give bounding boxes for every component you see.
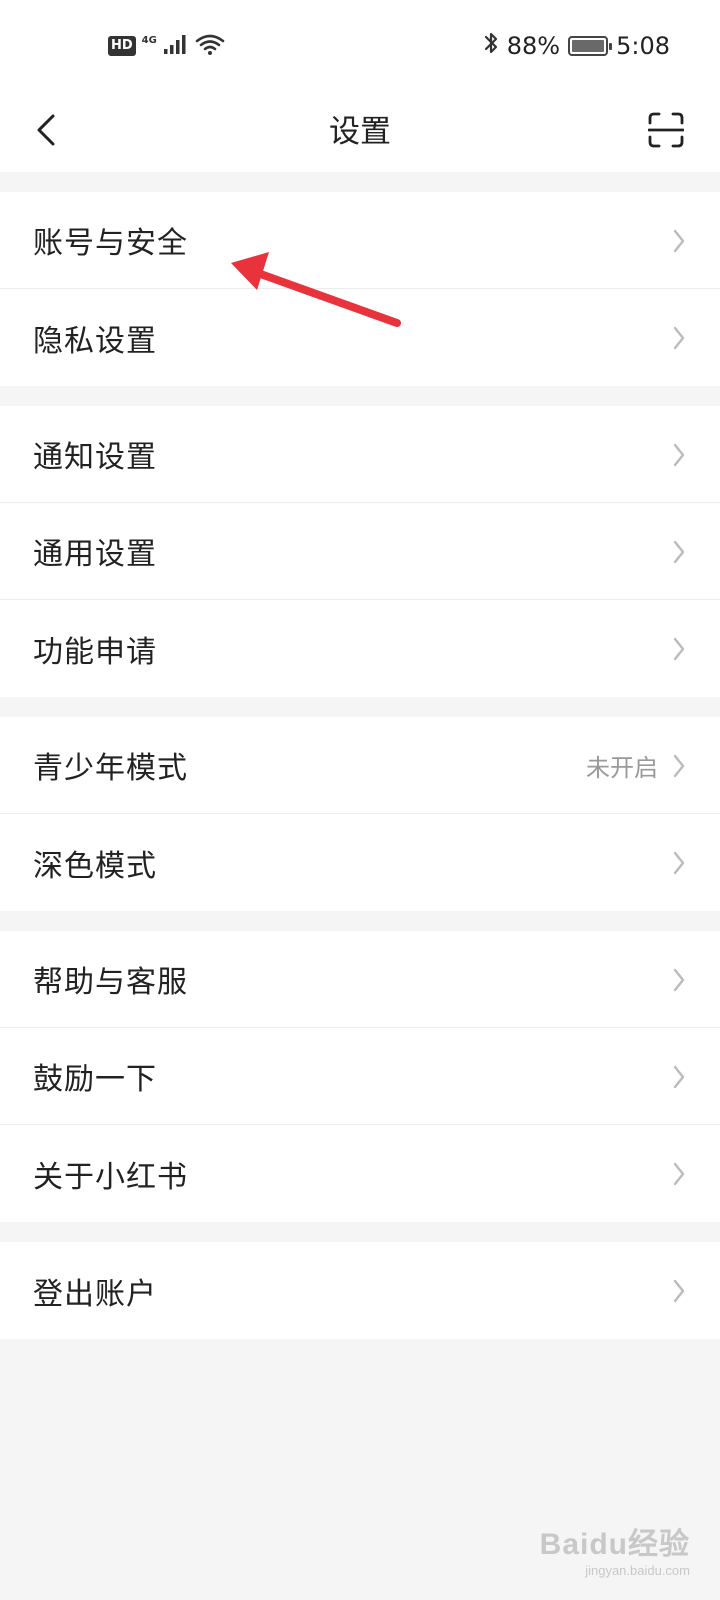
signal-icon bbox=[163, 33, 189, 59]
scan-icon bbox=[647, 112, 685, 152]
watermark-sub: jingyan.baidu.com bbox=[585, 1563, 690, 1578]
settings-group-support: 帮助与客服 鼓励一下 关于小红书 bbox=[0, 931, 720, 1222]
general-settings-row[interactable]: 通用设置 bbox=[0, 503, 720, 600]
settings-group-logout: 登出账户 bbox=[0, 1242, 720, 1339]
account-security-row[interactable]: 账号与安全 bbox=[0, 192, 720, 289]
row-label: 隐私设置 bbox=[33, 323, 157, 359]
page-title: 设置 bbox=[329, 114, 391, 150]
status-right: 88% 5:08 bbox=[483, 30, 670, 62]
row-label: 账号与安全 bbox=[33, 226, 188, 261]
settings-list: 账号与安全 隐私设置 通知设置 通用设置 功能申请 青少年模式 未开启 深色模式… bbox=[0, 172, 720, 1339]
teen-mode-status: 未开启 bbox=[586, 754, 658, 782]
chevron-right-icon bbox=[670, 965, 688, 995]
settings-group-account: 账号与安全 隐私设置 bbox=[0, 192, 720, 386]
back-arrow-icon bbox=[35, 113, 57, 151]
watermark-main: Baidu经验 bbox=[539, 1528, 690, 1561]
settings-group-modes: 青少年模式 未开启 深色模式 bbox=[0, 717, 720, 911]
chevron-right-icon bbox=[670, 634, 688, 664]
row-label: 功能申请 bbox=[33, 634, 157, 670]
privacy-settings-row[interactable]: 隐私设置 bbox=[0, 289, 720, 386]
chevron-right-icon bbox=[670, 323, 688, 353]
settings-group-general: 通知设置 通用设置 功能申请 bbox=[0, 406, 720, 697]
group-divider bbox=[0, 911, 720, 931]
row-label: 通知设置 bbox=[33, 440, 157, 475]
row-label: 登出账户 bbox=[33, 1276, 157, 1312]
notification-settings-row[interactable]: 通知设置 bbox=[0, 406, 720, 503]
hd-icon: HD bbox=[108, 36, 136, 56]
network-type-label: 4G bbox=[141, 35, 157, 46]
group-divider bbox=[0, 1222, 720, 1242]
teen-mode-row[interactable]: 青少年模式 未开启 bbox=[0, 717, 720, 814]
row-label: 鼓励一下 bbox=[33, 1062, 157, 1097]
row-label: 通用设置 bbox=[33, 537, 157, 572]
scan-button[interactable] bbox=[640, 106, 692, 158]
bluetooth-icon bbox=[483, 30, 499, 62]
dark-mode-row[interactable]: 深色模式 bbox=[0, 814, 720, 911]
chevron-right-icon bbox=[670, 751, 688, 781]
chevron-right-icon bbox=[670, 440, 688, 470]
status-bar: HD 4G 88% 5:08 bbox=[0, 0, 720, 92]
chevron-right-icon bbox=[670, 226, 688, 256]
help-support-row[interactable]: 帮助与客服 bbox=[0, 931, 720, 1028]
encourage-row[interactable]: 鼓励一下 bbox=[0, 1028, 720, 1125]
watermark: Baidu经验 jingyan.baidu.com bbox=[540, 1519, 690, 1578]
chevron-right-icon bbox=[670, 1159, 688, 1189]
row-label: 关于小红书 bbox=[33, 1159, 188, 1195]
row-label: 帮助与客服 bbox=[33, 965, 188, 1000]
feature-request-row[interactable]: 功能申请 bbox=[0, 600, 720, 697]
group-divider bbox=[0, 697, 720, 717]
wifi-icon bbox=[195, 32, 225, 60]
back-button[interactable] bbox=[26, 104, 66, 160]
logout-row[interactable]: 登出账户 bbox=[0, 1242, 720, 1339]
status-left: HD 4G bbox=[108, 32, 225, 60]
group-divider bbox=[0, 172, 720, 192]
chevron-right-icon bbox=[670, 1062, 688, 1092]
group-divider bbox=[0, 386, 720, 406]
nav-bar: 设置 bbox=[0, 92, 720, 172]
chevron-right-icon bbox=[670, 537, 688, 567]
chevron-right-icon bbox=[670, 848, 688, 878]
row-label: 青少年模式 bbox=[33, 751, 188, 786]
battery-icon bbox=[568, 36, 613, 56]
row-label: 深色模式 bbox=[33, 848, 157, 884]
about-row[interactable]: 关于小红书 bbox=[0, 1125, 720, 1222]
settings-screen: HD 4G 88% 5:08 设置 账号与安全 隐私设置 通知设置 通用设置 功… bbox=[0, 0, 720, 1600]
clock: 5:08 bbox=[616, 32, 670, 60]
chevron-right-icon bbox=[670, 1276, 688, 1306]
battery-percent: 88% bbox=[506, 32, 561, 60]
